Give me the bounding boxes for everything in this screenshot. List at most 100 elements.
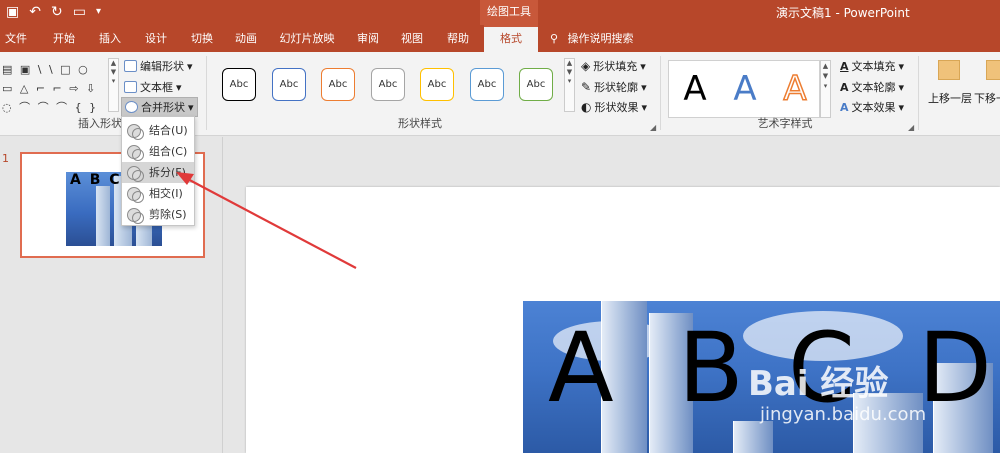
paint-bucket-icon: ◈ [581,59,591,73]
merge-shapes-menu: 结合(U) 组合(C) 拆分(F) 相交(I) 剪除(S) [121,116,195,226]
powerpoint-window: ▣ ↶ ↻ ▭ ▾ 绘图工具 演示文稿1 - PowerPoint 文件 开始 … [0,0,1000,453]
menu-item-fragment[interactable]: 拆分(F) [122,162,194,183]
shape-style-preset[interactable]: Abc [272,68,306,101]
tab-view[interactable]: 视图 [392,25,432,52]
text-box-button[interactable]: 文本框 ▾ [124,79,182,95]
send-backward-button[interactable]: 下移一 [974,90,1000,106]
shape-effects-button[interactable]: ◐ 形状效果 ▾ [581,99,647,115]
tab-insert[interactable]: 插入 [90,25,130,52]
tell-me-search[interactable]: ⚲ 操作说明搜索 [550,25,634,52]
wordart-gallery-scroll[interactable]: ▲ ▼ ▾ [820,60,831,118]
window-title: 演示文稿1 - PowerPoint [776,6,910,20]
bring-forward-button[interactable]: 上移一层 [928,90,972,106]
chevron-down-icon: ▾ [187,59,193,73]
tab-slideshow[interactable]: 幻灯片放映 [272,25,342,52]
shape-outline-button[interactable]: ✎ 形状轮廓 ▾ [581,79,647,95]
shape-style-preset[interactable]: Abc [470,68,504,101]
style-sample-text: Abc [279,79,299,90]
wordart-preset-orange-outline[interactable]: A [773,63,817,115]
menu-item-label: 拆分(F) [149,166,186,179]
text-outline-icon: A [840,80,849,94]
customize-qat-icon[interactable]: ▾ [96,3,101,21]
bring-forward-icon[interactable] [938,60,960,80]
effects-icon: ◐ [581,100,592,114]
shape-fill-button[interactable]: ◈ 形状填充 ▾ [581,58,646,74]
tab-help[interactable]: 帮助 [438,25,478,52]
watermark-url: jingyan.baidu.com [760,404,927,425]
chevron-down-icon: ▾ [188,100,194,114]
edit-shape-icon [124,60,137,72]
quick-access-toolbar: ▣ ↶ ↻ ▭ ▾ [6,3,101,21]
text-effects-label: 文本效果 [851,101,896,114]
chevron-down-icon: ▾ [898,59,905,73]
menu-item-combine[interactable]: 组合(C) [122,141,194,162]
wordart-preset-blue[interactable]: A [723,63,767,115]
group-divider [206,56,207,130]
shape-style-preset[interactable]: Abc [519,68,553,101]
tell-me-label: 操作说明搜索 [567,32,634,45]
union-icon [127,123,144,140]
combine-icon [127,144,144,161]
merge-shapes-label: 合并形状 [141,101,185,114]
redo-icon[interactable]: ↻ [51,3,63,21]
shape-style-preset[interactable]: Abc [420,68,454,101]
style-sample-text: Abc [526,79,546,90]
tab-design[interactable]: 设计 [136,25,176,52]
thumbnail-letters: A B C [70,172,122,188]
wordart-preset-black[interactable]: A [673,63,717,115]
send-backward-icon[interactable] [986,60,1000,80]
text-outline-label: 文本轮廓 [851,81,896,94]
tab-transitions[interactable]: 切换 [182,25,222,52]
dialog-launcher-icon[interactable]: ◢ [650,123,656,132]
tab-home[interactable]: 开始 [44,25,84,52]
shape-row: ▤ ▣ \ \ □ ○ [2,63,90,76]
text-box-label: 文本框 [140,81,173,94]
chevron-down-icon: ▾ [898,80,905,94]
undo-icon[interactable]: ↶ [29,3,41,21]
tab-file[interactable]: 文件 [0,25,32,52]
chevron-down-icon: ▾ [898,100,905,114]
shape-style-preset[interactable]: Abc [321,68,355,101]
menu-item-subtract[interactable]: 剪除(S) [122,204,194,225]
merge-shapes-button[interactable]: 合并形状 ▾ [121,97,198,117]
chevron-down-icon: ▾ [176,80,182,94]
slide-letter-b[interactable]: B [678,318,744,418]
shape-effects-label: 形状效果 [594,101,639,114]
present-from-start-icon[interactable]: ▭ [73,3,86,21]
shape-row: ▭ △ ⌐ ⌐ ⇨ ⇩ [2,82,98,95]
group-divider [918,56,919,130]
shape-gallery[interactable]: ▤ ▣ \ \ □ ○ ▭ △ ⌐ ⌐ ⇨ ⇩ ◌ ⌒ ⌒ ⌒ { } [2,60,106,117]
menu-item-union[interactable]: 结合(U) [122,120,194,141]
chevron-down-icon: ▾ [641,100,648,114]
shape-style-preset[interactable]: Abc [371,68,405,101]
slide-letter-a[interactable]: A [548,318,614,418]
merge-shapes-icon [125,101,138,113]
menu-item-intersect[interactable]: 相交(I) [122,183,194,204]
chevron-down-icon: ▾ [641,80,647,94]
intersect-icon [127,186,144,203]
tab-review[interactable]: 审阅 [348,25,388,52]
save-icon[interactable]: ▣ [6,3,19,21]
shape-style-preset[interactable]: Abc [222,68,256,101]
wordart-gallery[interactable]: A A A [668,60,820,118]
style-sample-text: Abc [427,79,447,90]
text-effects-button[interactable]: A 文本效果 ▾ [840,99,904,115]
dialog-launcher-icon[interactable]: ◢ [908,123,914,132]
group-divider [660,56,661,130]
ribbon-tabs: 文件 开始 插入 设计 切换 动画 幻灯片放映 审阅 视图 帮助 格式 ⚲ 操作… [0,25,1000,52]
building-shape [96,186,110,246]
shape-style-scroll[interactable]: ▲ ▼ ▾ [564,58,575,112]
edit-shape-label: 编辑形状 [140,60,184,73]
building-shape [733,421,773,453]
style-sample-text: Abc [378,79,398,90]
tab-format[interactable]: 格式 [484,25,538,52]
shape-gallery-scroll[interactable]: ▲ ▼ ▾ [108,58,119,112]
menu-item-label: 结合(U) [149,124,188,137]
edit-shape-button[interactable]: 编辑形状 ▾ [124,58,193,74]
bring-forward-label: 上移一层 [928,92,972,105]
chevron-down-icon: ▾ [640,59,646,73]
text-outline-button[interactable]: A 文本轮廓 ▾ [840,79,904,95]
text-fill-button[interactable]: A 文本填充 ▾ [840,58,904,74]
slide-letter-d[interactable]: D [918,318,992,418]
tab-animations[interactable]: 动画 [226,25,266,52]
